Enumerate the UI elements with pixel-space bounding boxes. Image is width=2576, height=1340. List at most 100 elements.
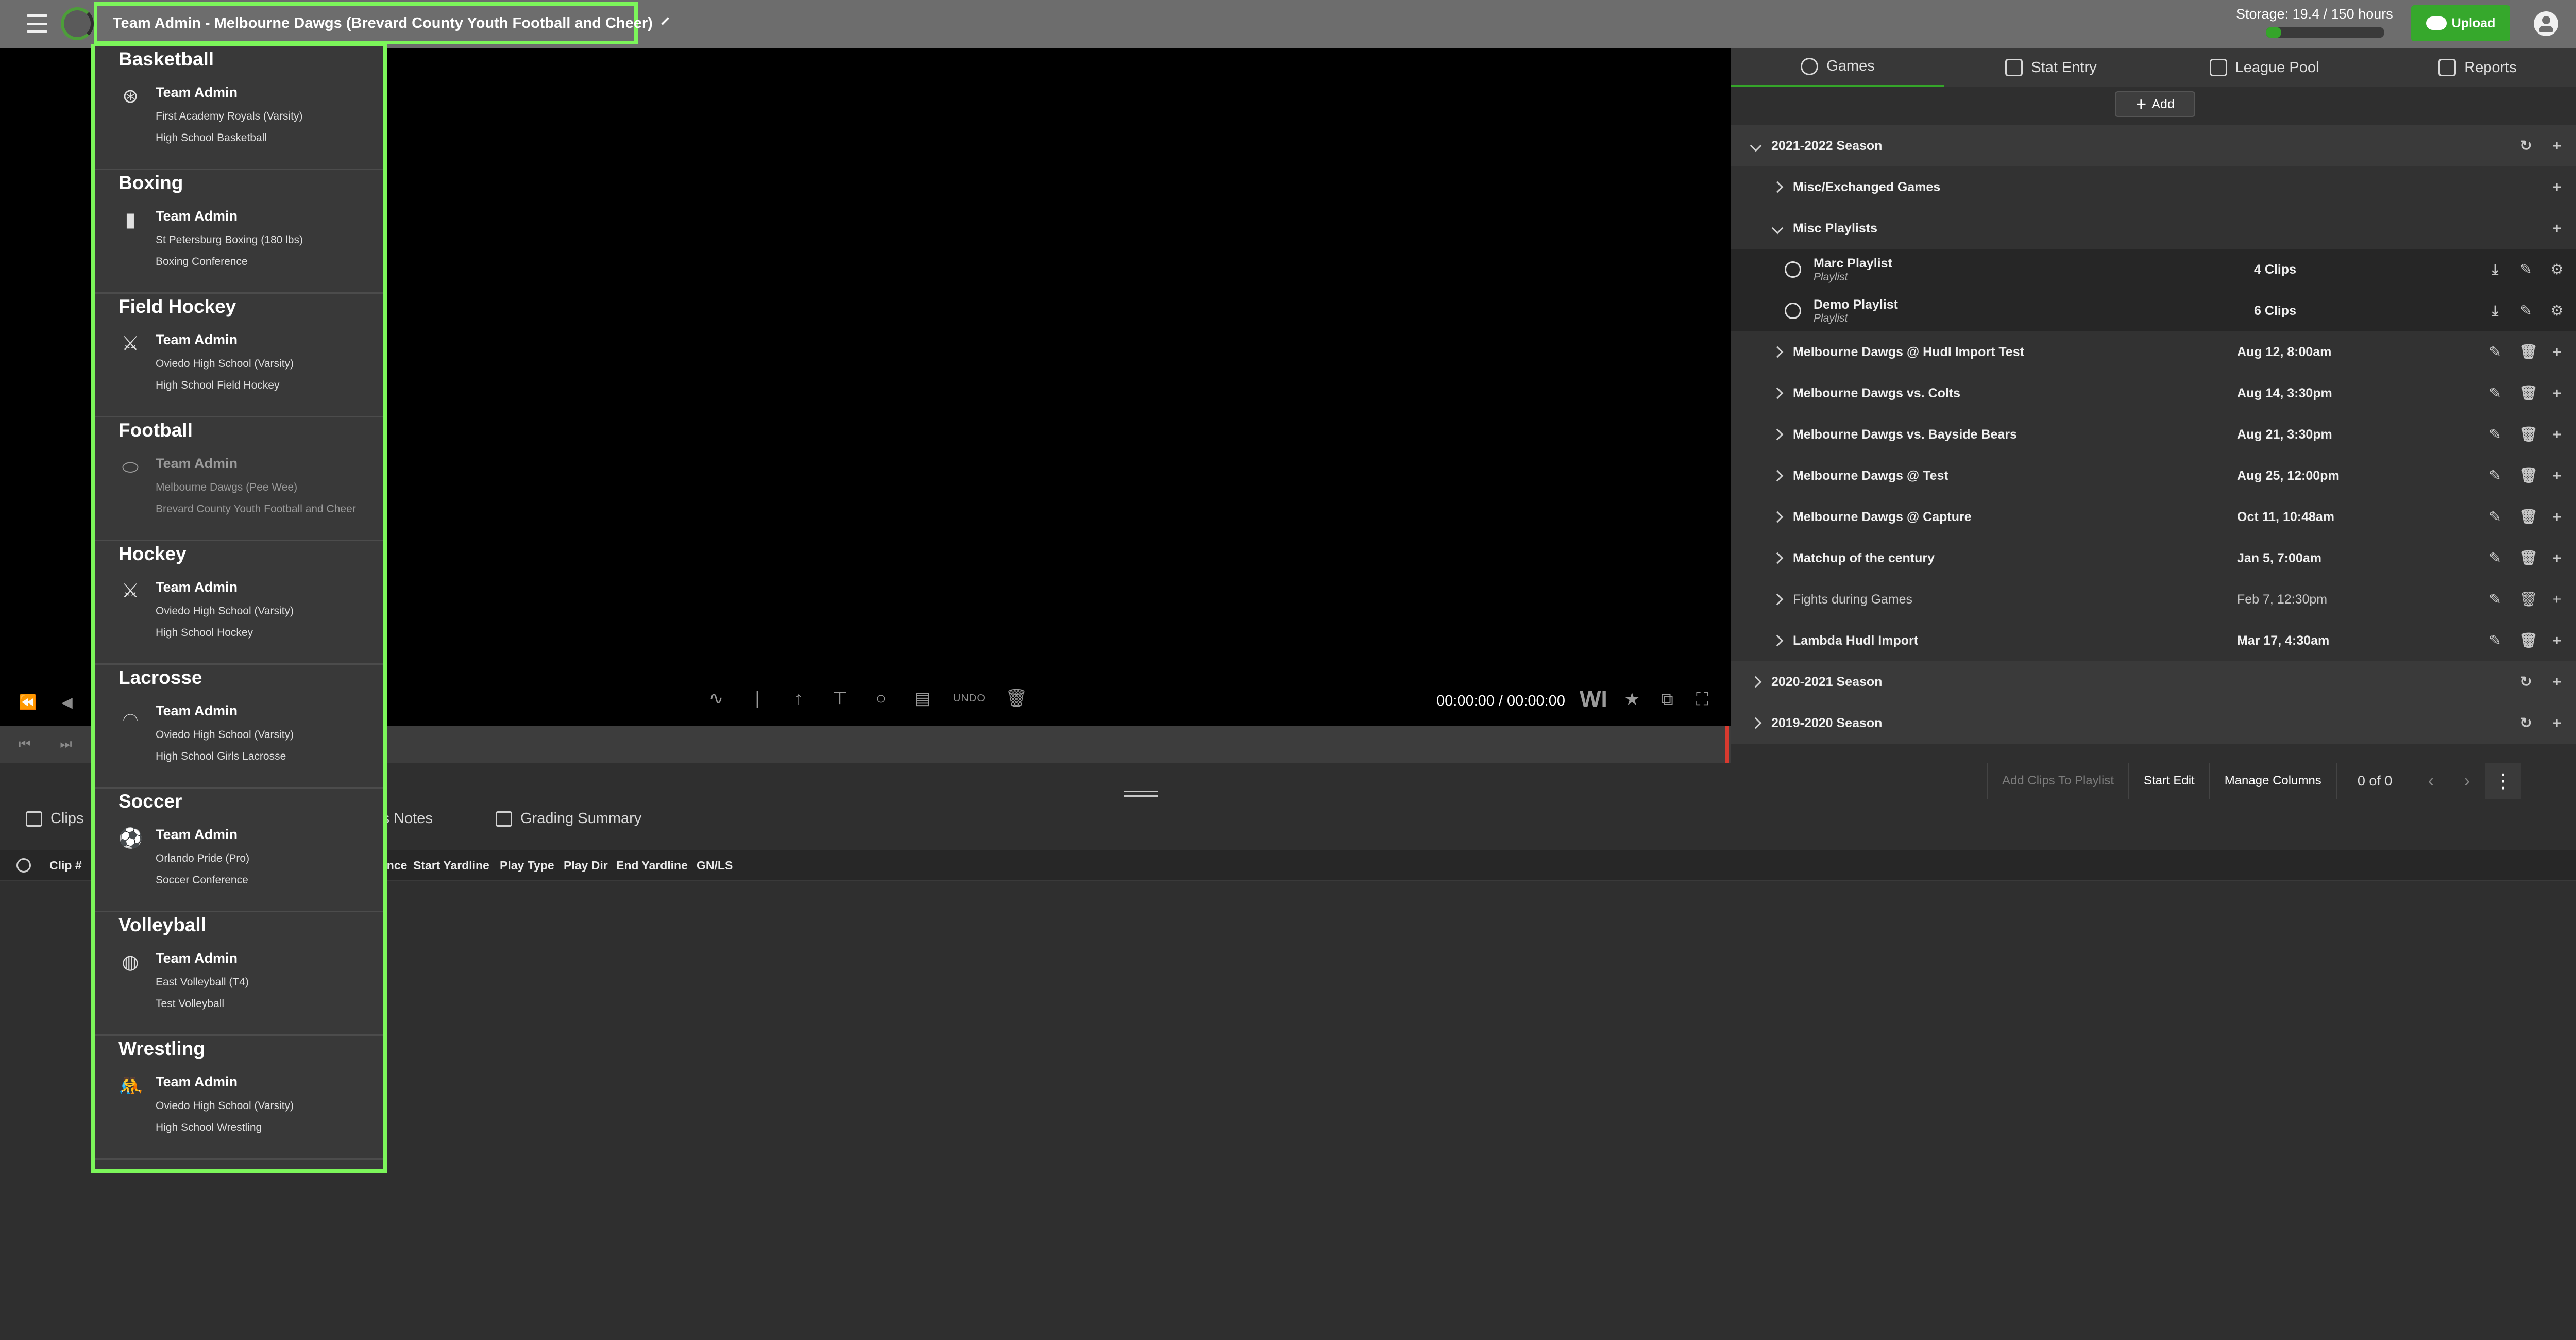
- game-row[interactable]: Melbourne Dawgs vs. Bayside Bears Aug 21,…: [1731, 414, 2576, 455]
- column-header[interactable]: Play Type: [500, 859, 554, 873]
- team-option[interactable]: ⚔ Team Admin Oviedo High School (Varsity)…: [95, 578, 383, 644]
- add-icon[interactable]: +: [2550, 180, 2564, 194]
- tab-reports[interactable]: Reports: [2371, 48, 2576, 87]
- tab-games[interactable]: Games: [1731, 48, 1944, 87]
- add-icon[interactable]: +: [2550, 633, 2564, 648]
- add-icon[interactable]: +: [2550, 510, 2564, 524]
- season-row[interactable]: 2021-2022 Season ↻ +: [1731, 125, 2576, 166]
- team-option[interactable]: ⚽ Team Admin Orlando Pride (Pro) Soccer Co…: [95, 826, 383, 892]
- season-row[interactable]: 2020-2021 Season ↻ +: [1731, 661, 2576, 702]
- column-header[interactable]: Start Yardline: [413, 859, 489, 873]
- select-all-radio[interactable]: [16, 858, 31, 873]
- trash-icon[interactable]: 🗑: [2519, 386, 2538, 400]
- playlist-row[interactable]: Marc Playlist Playlist 4 Clips ⤓ ✎ ⚙: [1731, 249, 2576, 290]
- season-row[interactable]: 2019-2020 Season ↻ +: [1731, 702, 2576, 744]
- trash-icon[interactable]: 🗑: [2519, 551, 2538, 565]
- rewind-icon[interactable]: ⏪: [18, 692, 38, 712]
- select-radio[interactable]: [1785, 261, 1801, 278]
- trash-icon[interactable]: 🗑: [2519, 345, 2538, 359]
- circle-icon[interactable]: ○: [871, 688, 891, 709]
- timeline-marker[interactable]: [1725, 726, 1729, 763]
- upload-button[interactable]: Upload: [2411, 5, 2510, 41]
- chevron-down-icon[interactable]: [1750, 140, 1762, 152]
- pip-icon[interactable]: ⧉: [1657, 689, 1677, 710]
- folder-row[interactable]: Misc/Exchanged Games +: [1731, 166, 2576, 208]
- trash-icon[interactable]: 🗑: [2519, 633, 2538, 648]
- chevron-right-icon[interactable]: [1771, 593, 1784, 606]
- add-clips-to-playlist-button[interactable]: Add Clips To Playlist: [1987, 763, 2128, 799]
- chevron-left-icon[interactable]: ‹: [2413, 763, 2449, 799]
- trash-icon[interactable]: 🗑: [2519, 510, 2538, 524]
- team-option[interactable]: ◍ Team Admin East Volleyball (T4) Test Vol…: [95, 949, 383, 1015]
- game-row[interactable]: Melbourne Dawgs @ Capture Oct 11, 10:48am…: [1731, 496, 2576, 538]
- add-icon[interactable]: +: [2550, 386, 2564, 400]
- edit-icon[interactable]: ✎: [2519, 304, 2533, 318]
- chevron-right-icon[interactable]: [1771, 634, 1784, 647]
- edit-icon[interactable]: ✎: [2488, 510, 2502, 524]
- gear-icon[interactable]: ⚙: [2550, 304, 2564, 318]
- chevron-down-icon[interactable]: [1771, 222, 1784, 234]
- skip-start-icon[interactable]: ⏮: [14, 734, 35, 755]
- add-icon[interactable]: +: [2550, 427, 2564, 442]
- star-icon[interactable]: ★: [1622, 689, 1642, 710]
- team-option[interactable]: ⌓ Team Admin Oviedo High School (Varsity)…: [95, 702, 383, 768]
- fullscreen-icon[interactable]: ⛶: [1692, 689, 1713, 710]
- chevron-right-icon[interactable]: [1771, 428, 1784, 441]
- menu-icon[interactable]: [27, 14, 47, 33]
- edit-icon[interactable]: ✎: [2488, 345, 2502, 359]
- manage-columns-button[interactable]: Manage Columns: [2209, 763, 2336, 799]
- download-icon[interactable]: ⤓: [2488, 304, 2502, 318]
- tab-stat-entry[interactable]: Stat Entry: [1944, 48, 2158, 87]
- game-row[interactable]: Matchup of the century Jan 5, 7:00am ✎ 🗑 +: [1731, 538, 2576, 579]
- team-option[interactable]: ▮ Team Admin St Petersburg Boxing (180 lb…: [95, 207, 383, 273]
- add-icon[interactable]: +: [2550, 221, 2564, 236]
- edit-icon[interactable]: ✎: [2488, 633, 2502, 648]
- game-row[interactable]: Fights during Games Feb 7, 12:30pm ✎ 🗑 +: [1731, 579, 2576, 620]
- tab-league-pool[interactable]: League Pool: [2158, 48, 2371, 87]
- edit-icon[interactable]: ✎: [2519, 262, 2533, 277]
- chevron-right-icon[interactable]: [1771, 552, 1784, 564]
- add-icon[interactable]: +: [2550, 551, 2564, 565]
- tab-grading-summary[interactable]: Grading Summary: [496, 810, 641, 827]
- edit-icon[interactable]: ✎: [2488, 551, 2502, 565]
- chevron-right-icon[interactable]: [1771, 181, 1784, 193]
- trash-icon[interactable]: 🗑: [1005, 688, 1027, 709]
- add-icon[interactable]: +: [2550, 345, 2564, 359]
- start-edit-button[interactable]: Start Edit: [2128, 763, 2209, 799]
- team-option[interactable]: ⚔ Team Admin Oviedo High School (Varsity)…: [95, 331, 383, 397]
- select-radio[interactable]: [1785, 303, 1801, 319]
- chevron-right-icon[interactable]: [1750, 676, 1762, 688]
- step-back-icon[interactable]: ◀: [57, 692, 77, 712]
- add-icon[interactable]: +: [2550, 592, 2564, 607]
- game-row[interactable]: Lambda Hudl Import Mar 17, 4:30am ✎ 🗑 +: [1731, 620, 2576, 661]
- download-icon[interactable]: ⤓: [2488, 262, 2502, 277]
- refresh-icon[interactable]: ↻: [2519, 139, 2533, 153]
- add-icon[interactable]: +: [2550, 675, 2564, 689]
- team-selector[interactable]: Team Admin - Melbourne Dawgs (Brevard Co…: [94, 2, 669, 44]
- playlist-row[interactable]: Demo Playlist Playlist 6 Clips ⤓ ✎ ⚙: [1731, 290, 2576, 331]
- undo-button[interactable]: UNDO: [953, 693, 986, 705]
- trash-icon[interactable]: 🗑: [2519, 592, 2538, 607]
- edit-icon[interactable]: ✎: [2488, 427, 2502, 442]
- refresh-icon[interactable]: ↻: [2519, 675, 2533, 689]
- chevron-right-icon[interactable]: [1750, 717, 1762, 729]
- chevron-right-icon[interactable]: [1771, 511, 1784, 523]
- skip-end-icon[interactable]: ⏭: [56, 734, 76, 755]
- trash-icon[interactable]: 🗑: [2519, 468, 2538, 483]
- tab-clips[interactable]: Clips: [26, 810, 83, 827]
- add-icon[interactable]: +: [2550, 468, 2564, 483]
- column-header[interactable]: Play Dir: [564, 859, 608, 873]
- comment-icon[interactable]: ▤: [912, 688, 933, 709]
- account-icon[interactable]: [2534, 11, 2558, 36]
- t-arrow-icon[interactable]: ⊤: [829, 688, 850, 709]
- team-option-current[interactable]: ⬭ Team Admin Melbourne Dawgs (Pee Wee) Bre…: [95, 455, 383, 521]
- column-header[interactable]: End Yardline: [616, 859, 688, 873]
- edit-icon[interactable]: ✎: [2488, 386, 2502, 400]
- add-icon[interactable]: +: [2550, 716, 2564, 730]
- freehand-icon[interactable]: ∿: [706, 688, 726, 709]
- add-button[interactable]: + Add: [2115, 91, 2195, 117]
- team-option[interactable]: ⊛ Team Admin First Academy Royals (Varsit…: [95, 83, 383, 149]
- add-icon[interactable]: +: [2550, 139, 2564, 153]
- game-row[interactable]: Melbourne Dawgs vs. Colts Aug 14, 3:30pm ✎…: [1731, 373, 2576, 414]
- trash-icon[interactable]: 🗑: [2519, 427, 2538, 442]
